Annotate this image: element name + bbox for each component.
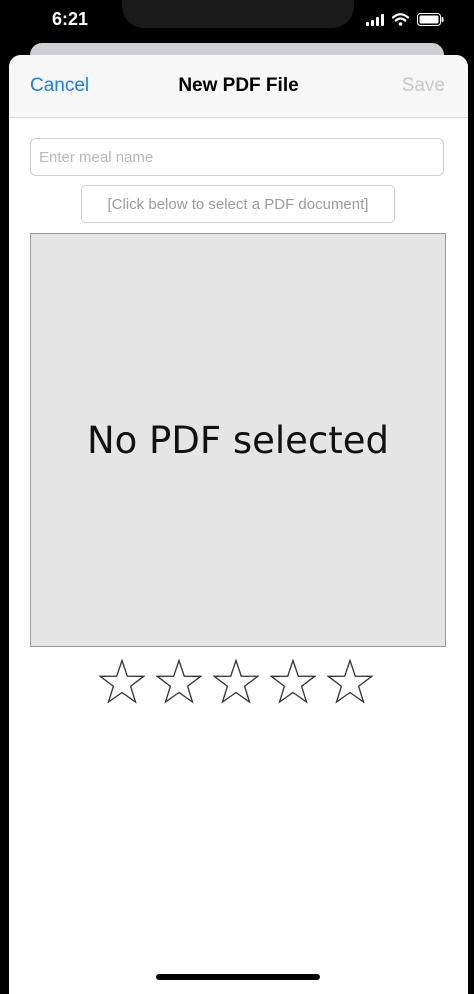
star-icon[interactable] [99,659,145,705]
rating-control[interactable] [99,659,379,705]
star-icon[interactable] [156,659,202,705]
cellular-signal-icon [366,13,384,26]
new-pdf-sheet: Cancel New PDF File Save [Click below to… [9,55,468,994]
battery-icon [417,13,444,26]
meal-name-input[interactable] [30,138,444,176]
pdf-preview[interactable]: No PDF selected [30,233,446,647]
star-icon[interactable] [270,659,316,705]
no-pdf-label: No PDF selected [86,418,390,462]
status-bar: 6:21 [0,0,474,44]
home-indicator[interactable] [156,974,320,980]
status-time: 6:21 [52,9,89,29]
save-button[interactable]: Save [402,75,445,97]
star-icon[interactable] [327,659,373,705]
device-notch [122,0,354,28]
navigation-bar: Cancel New PDF File Save [9,55,468,118]
status-icons [366,13,444,26]
star-icon[interactable] [213,659,259,705]
wifi-icon [392,13,409,26]
page-title: New PDF File [178,75,299,96]
select-pdf-button[interactable]: [Click below to select a PDF document] [81,185,395,223]
